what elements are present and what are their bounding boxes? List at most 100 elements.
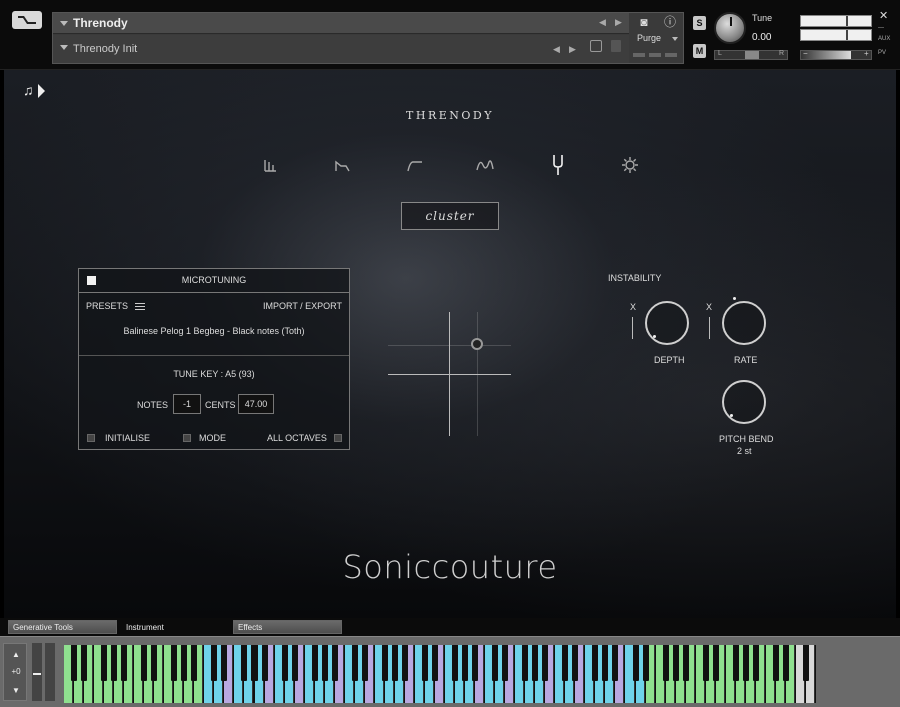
music-note-icon[interactable]: ♫ (23, 82, 34, 98)
black-key[interactable] (702, 645, 709, 681)
black-key[interactable] (732, 645, 739, 681)
all-octaves-checkbox[interactable] (334, 434, 342, 442)
black-key[interactable] (712, 645, 719, 681)
black-key[interactable] (421, 645, 428, 681)
black-key[interactable] (311, 645, 318, 681)
black-key[interactable] (81, 645, 88, 681)
mode-selector[interactable]: cluster (401, 202, 499, 230)
black-key[interactable] (602, 645, 609, 681)
black-key[interactable] (522, 645, 529, 681)
black-key[interactable] (592, 645, 599, 681)
pv-button[interactable]: PV (878, 50, 886, 56)
save-icon[interactable] (590, 40, 602, 52)
black-key[interactable] (682, 645, 689, 681)
xy-handle[interactable] (471, 338, 483, 350)
solo-button[interactable]: S (693, 16, 706, 30)
black-key[interactable] (462, 645, 469, 681)
pan-slider[interactable]: L R (714, 50, 788, 60)
scale-name[interactable]: Balinese Pelog 1 Begbeg - Black notes (T… (79, 326, 349, 336)
tune-knob[interactable] (714, 12, 746, 44)
tab-generative-tools[interactable]: Generative Tools (8, 620, 117, 634)
prev-instrument-arrow-icon[interactable]: ◀ (599, 17, 606, 28)
black-key[interactable] (351, 645, 358, 681)
chevron-down-icon[interactable] (60, 45, 68, 50)
close-icon[interactable]: ✕ (879, 9, 888, 22)
delete-icon[interactable] (611, 40, 621, 52)
black-key[interactable] (492, 645, 499, 681)
minimize-icon[interactable]: — (878, 25, 884, 31)
black-key[interactable] (431, 645, 438, 681)
black-key[interactable] (71, 645, 78, 681)
black-key[interactable] (662, 645, 669, 681)
wave-icon[interactable] (476, 156, 494, 174)
black-key[interactable] (171, 645, 178, 681)
black-key[interactable] (281, 645, 288, 681)
black-key[interactable] (472, 645, 479, 681)
black-key[interactable] (151, 645, 158, 681)
tab-effects[interactable]: Effects (233, 620, 342, 634)
octave-control[interactable]: ▲ +0 ▼ (3, 643, 27, 701)
purge-menu[interactable]: Purge (637, 33, 661, 43)
envelope-icon[interactable] (334, 156, 352, 174)
gear-icon[interactable] (621, 156, 639, 174)
mute-button[interactable]: M (693, 44, 706, 58)
instrument-name[interactable]: Threnody (73, 16, 128, 30)
chevron-down-icon[interactable] (672, 37, 678, 41)
black-key[interactable] (572, 645, 579, 681)
black-key[interactable] (802, 645, 809, 681)
octave-down-icon[interactable]: ▼ (4, 686, 28, 695)
black-key[interactable] (782, 645, 789, 681)
pan-handle[interactable] (745, 51, 759, 59)
black-key[interactable] (111, 645, 118, 681)
tuning-fork-icon[interactable] (549, 154, 567, 175)
black-key[interactable] (742, 645, 749, 681)
prev-preset-arrow-icon[interactable]: ◀ (553, 44, 560, 55)
filter-icon[interactable] (406, 156, 424, 174)
info-icon[interactable]: ⓘ (663, 16, 677, 29)
black-key[interactable] (221, 645, 228, 681)
cents-field[interactable]: 47.00 (238, 394, 274, 414)
presets-button[interactable]: PRESETS (86, 301, 128, 311)
black-key[interactable] (752, 645, 759, 681)
next-instrument-arrow-icon[interactable]: ▶ (615, 17, 622, 28)
initialise-checkbox[interactable] (87, 434, 95, 442)
black-key[interactable] (502, 645, 509, 681)
pitch-bend-knob[interactable] (722, 380, 766, 424)
aux-button[interactable]: AUX (878, 36, 890, 42)
volume-slider[interactable] (800, 50, 872, 60)
black-key[interactable] (291, 645, 298, 681)
preset-name[interactable]: Threnody Init (73, 43, 137, 55)
mod-wheel[interactable] (45, 643, 55, 701)
black-key[interactable] (361, 645, 368, 681)
black-key[interactable] (401, 645, 408, 681)
black-key[interactable] (241, 645, 248, 681)
black-key[interactable] (321, 645, 328, 681)
wheel-handle[interactable] (33, 673, 41, 675)
black-key[interactable] (261, 645, 268, 681)
pitch-wheel[interactable] (32, 643, 42, 701)
rate-knob[interactable] (722, 297, 766, 345)
black-key[interactable] (532, 645, 539, 681)
chevron-down-icon[interactable] (60, 21, 68, 26)
black-key[interactable] (612, 645, 619, 681)
black-key[interactable] (181, 645, 188, 681)
black-key[interactable] (331, 645, 338, 681)
tab-instrument[interactable]: Instrument (121, 620, 230, 634)
play-icon[interactable] (38, 84, 45, 98)
notes-field[interactable]: -1 (173, 394, 201, 414)
mode-checkbox[interactable] (183, 434, 191, 442)
black-key[interactable] (642, 645, 649, 681)
import-export-button[interactable]: IMPORT / EXPORT (263, 301, 342, 311)
depth-knob[interactable] (645, 301, 689, 345)
black-key[interactable] (542, 645, 549, 681)
piano-keyboard[interactable] (64, 645, 816, 703)
octave-up-icon[interactable]: ▲ (4, 650, 28, 659)
black-key[interactable] (452, 645, 459, 681)
black-key[interactable] (141, 645, 148, 681)
next-preset-arrow-icon[interactable]: ▶ (569, 44, 576, 55)
black-key[interactable] (251, 645, 258, 681)
black-key[interactable] (381, 645, 388, 681)
menu-icon[interactable] (135, 303, 145, 312)
bars-icon[interactable] (261, 156, 279, 174)
black-key[interactable] (391, 645, 398, 681)
